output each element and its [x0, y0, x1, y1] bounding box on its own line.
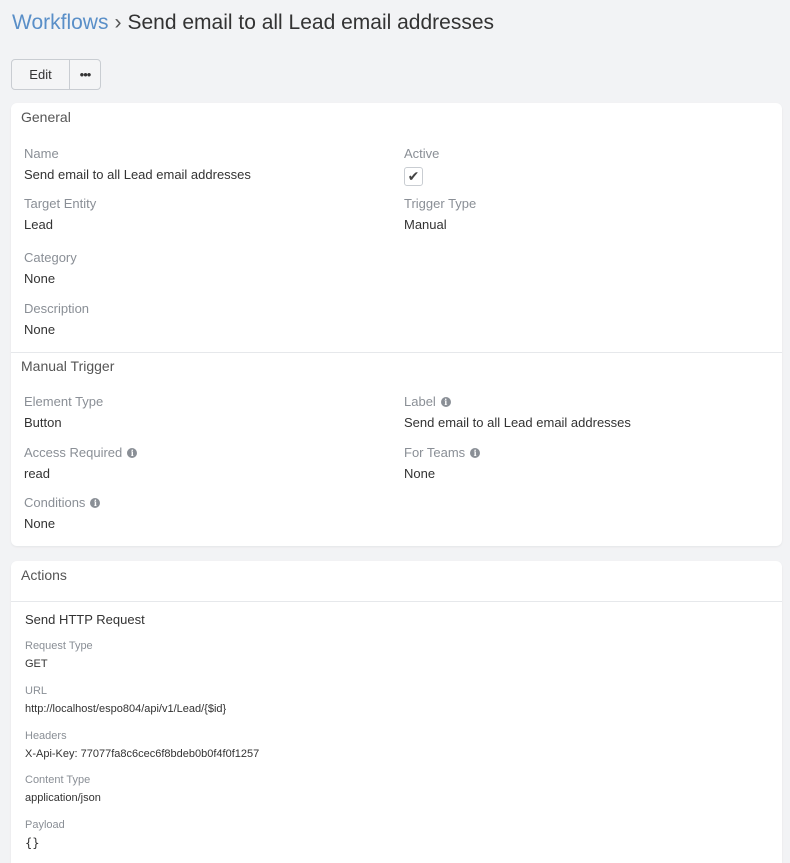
actions-panel: Actions Send HTTP Request Request Type G…: [11, 561, 782, 863]
field-label: Category: [24, 250, 77, 265]
field-label: URL: [25, 685, 48, 697]
field-value: X-Api-Key: 77077fa8c6cec6f8bdeb0b0f4f0f1…: [25, 748, 260, 760]
field-access-required: Access Required i read: [24, 445, 138, 482]
field-value: GET: [25, 658, 48, 670]
field-label-row: Label i: [404, 394, 631, 410]
info-icon[interactable]: i: [470, 448, 481, 458]
field-target-entity: Target Entity Lead: [24, 196, 96, 233]
field-for-teams: For Teams i None: [404, 445, 481, 482]
field-value: None: [24, 516, 56, 531]
checkmark-icon: ✔: [407, 168, 420, 184]
section-title-manual-trigger: Manual Trigger: [21, 358, 115, 374]
field-value: Manual: [404, 217, 447, 232]
action-field-url: URL http://localhost/espo804/api/v1/Lead…: [25, 684, 226, 716]
active-checkbox[interactable]: ✔: [404, 167, 423, 186]
section-title-general: General: [21, 109, 71, 125]
field-value: http://localhost/espo804/api/v1/Lead/{$i…: [25, 703, 227, 715]
field-conditions: Conditions i None: [24, 495, 101, 532]
field-label-setting: Label i Send email to all Lead email add…: [404, 394, 631, 431]
field-description: Description None: [24, 301, 89, 338]
field-value: {}: [25, 836, 40, 850]
info-icon[interactable]: i: [440, 397, 451, 407]
field-label-row: Conditions i: [24, 495, 101, 511]
action-title: Send HTTP Request: [25, 612, 145, 627]
edit-button[interactable]: Edit: [12, 60, 70, 89]
page-title: Send email to all Lead email addresses: [127, 11, 495, 34]
field-category: Category None: [24, 250, 77, 287]
field-label: Request Type: [25, 640, 93, 652]
general-panel: General Name Send email to all Lead emai…: [11, 103, 782, 546]
field-value: None: [24, 322, 56, 337]
breadcrumb-separator: ›: [114, 11, 122, 34]
field-element-type: Element Type Button: [24, 394, 103, 431]
field-trigger-type: Trigger Type Manual: [404, 196, 476, 233]
field-value: Lead: [24, 217, 53, 232]
action-field-payload: Payload {}: [25, 818, 65, 850]
page-header: Workflows › Send email to all Lead email a…: [12, 9, 494, 37]
field-value: Button: [24, 415, 62, 430]
action-field-headers: Headers X-Api-Key: 77077fa8c6cec6f8bdeb0…: [25, 729, 259, 761]
field-value: application/json: [25, 792, 101, 804]
field-label: Element Type: [24, 394, 104, 409]
more-actions-button[interactable]: •••: [70, 60, 100, 89]
section-divider: [11, 601, 782, 602]
field-value: Send email to all Lead email addresses: [404, 415, 631, 430]
info-icon[interactable]: i: [127, 448, 138, 458]
info-icon[interactable]: i: [90, 498, 101, 508]
field-label: Target Entity: [24, 196, 97, 211]
field-label: Active: [404, 146, 440, 161]
record-toolbar: Edit •••: [11, 59, 101, 90]
field-value: None: [24, 271, 56, 286]
field-label: Payload: [25, 819, 65, 831]
field-label-row: Access Required i: [24, 445, 138, 461]
action-field-request-type: Request Type GET: [25, 639, 93, 671]
field-label-row: For Teams i: [404, 445, 481, 461]
field-value: Send email to all Lead email addresses: [24, 167, 251, 182]
action-field-content-type: Content Type application/json: [25, 773, 101, 805]
field-value: None: [404, 466, 436, 481]
field-label: Access Required: [24, 445, 123, 460]
field-name: Name Send email to all Lead email addres…: [24, 146, 251, 183]
field-label: For Teams: [404, 445, 466, 460]
field-label: Conditions: [24, 495, 86, 510]
field-value: read: [24, 466, 51, 481]
field-label: Description: [24, 301, 90, 316]
breadcrumb-workflows-link[interactable]: Workflows: [12, 11, 108, 34]
field-label: Label: [404, 394, 436, 409]
field-label: Name: [24, 146, 59, 161]
section-title-actions: Actions: [21, 567, 67, 583]
field-label: Content Type: [25, 774, 91, 786]
field-label: Headers: [25, 730, 67, 742]
field-label: Trigger Type: [404, 196, 477, 211]
field-active: Active ✔: [404, 146, 439, 186]
section-divider: [11, 352, 782, 353]
